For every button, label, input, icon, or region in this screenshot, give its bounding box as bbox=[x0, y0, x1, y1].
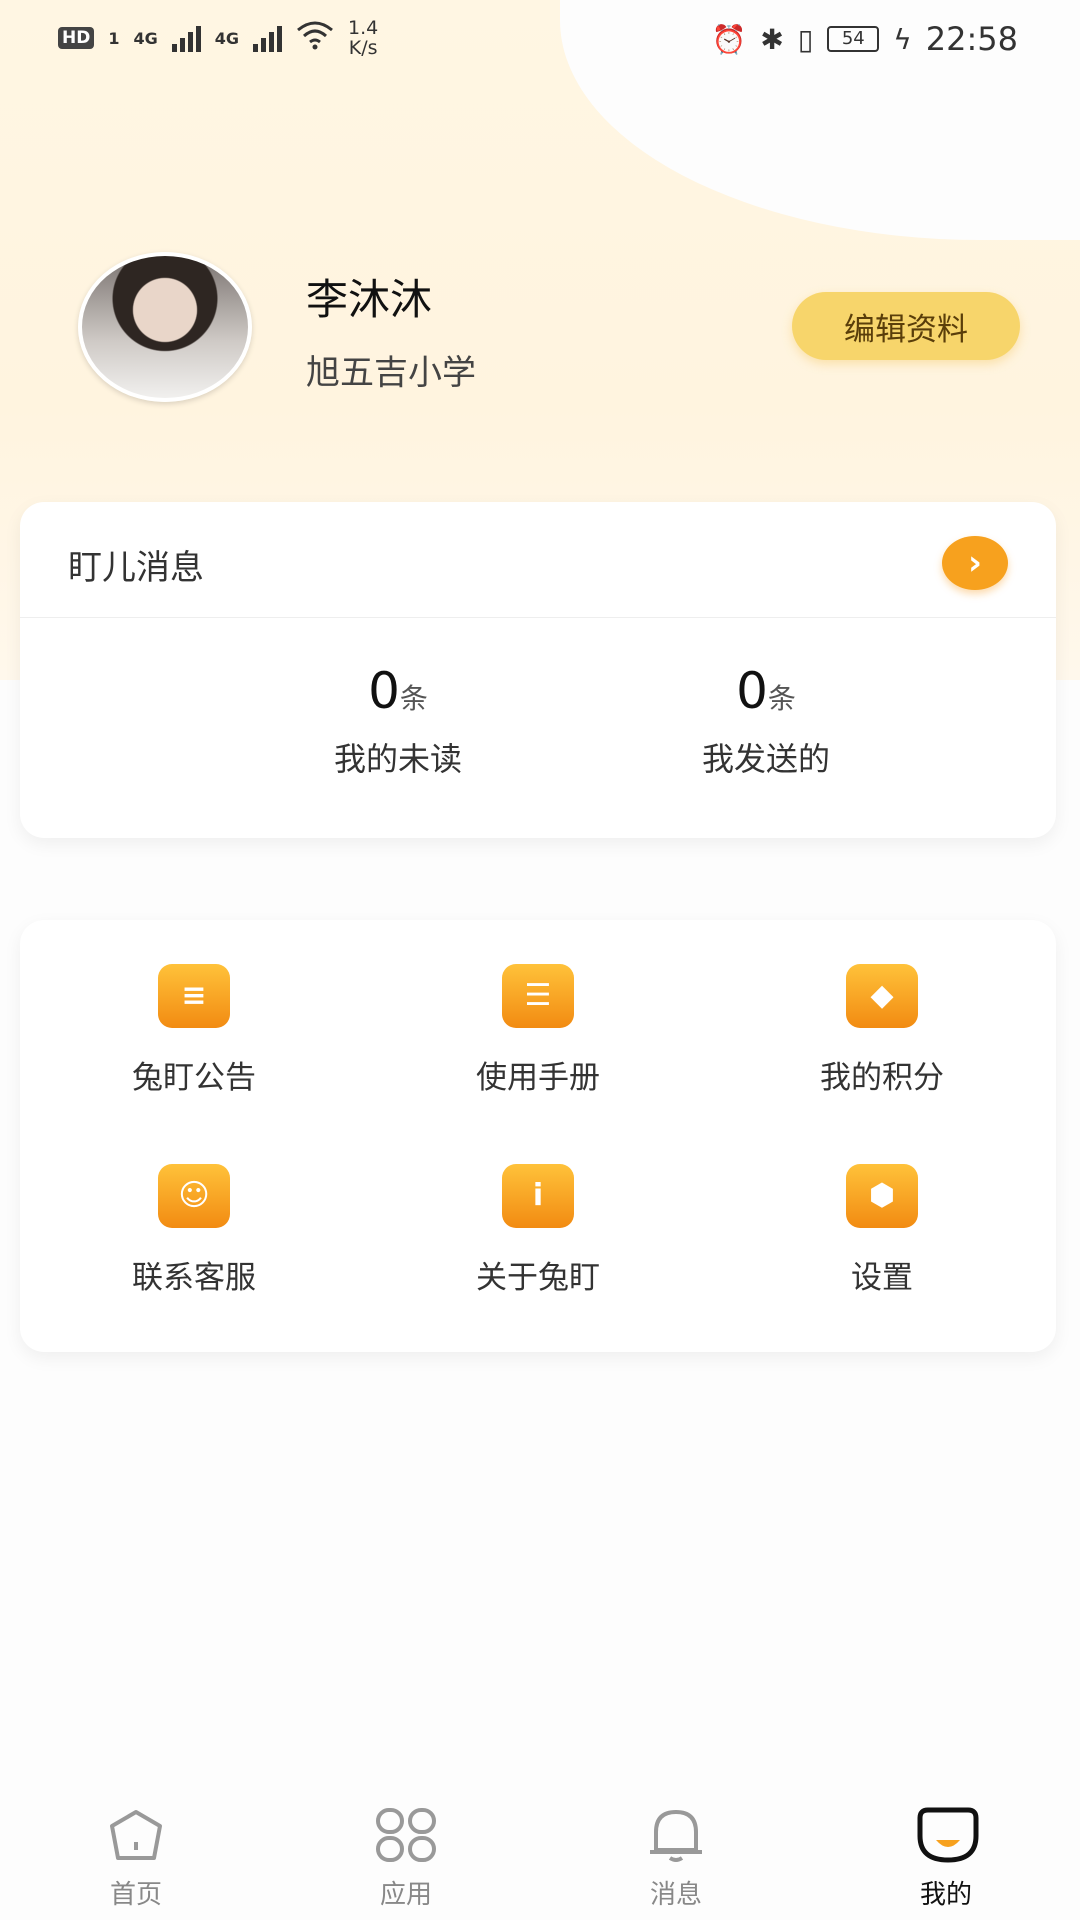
function-label: 关于兔盯 bbox=[476, 1260, 600, 1296]
speed-value: 1.4 bbox=[348, 17, 379, 39]
function-label: 我的积分 bbox=[820, 1060, 944, 1096]
vibrate-icon: ▯ bbox=[797, 22, 814, 56]
settings-icon: ⬢ bbox=[846, 1164, 918, 1228]
function-settings[interactable]: ⬢ 设置 bbox=[752, 1164, 1012, 1297]
apps-icon bbox=[374, 1806, 438, 1870]
function-about[interactable]: i 关于兔盯 bbox=[408, 1164, 668, 1297]
bluetooth-icon: ✱ bbox=[760, 22, 784, 56]
sent-count: 0 bbox=[736, 662, 768, 720]
charging-icon: ϟ bbox=[893, 22, 912, 56]
tab-label: 消息 bbox=[649, 1880, 702, 1910]
bottom-tab-bar: 首页 应用 消息 我的 bbox=[0, 1790, 1080, 1920]
sent-stat[interactable]: 0条 我发送的 bbox=[636, 662, 896, 780]
unread-count: 0 bbox=[368, 662, 400, 720]
tab-label: 我的 bbox=[919, 1880, 972, 1910]
user-name: 李沐沐 bbox=[306, 275, 433, 324]
wifi-icon bbox=[296, 20, 334, 57]
tab-home[interactable]: 首页 bbox=[56, 1806, 216, 1911]
function-customer-service[interactable]: ☺ 联系客服 bbox=[64, 1164, 324, 1297]
messages-card: 盯儿消息 › 0条 我的未读 0条 我发送的 bbox=[20, 502, 1056, 838]
function-manual[interactable]: ☰ 使用手册 bbox=[408, 964, 668, 1097]
network-speed: 1.4 K/s bbox=[348, 18, 378, 58]
sent-label: 我发送的 bbox=[701, 740, 830, 778]
chevron-right-icon[interactable]: › bbox=[942, 536, 1008, 590]
avatar[interactable] bbox=[78, 252, 252, 402]
customer-service-icon: ☺ bbox=[158, 1164, 230, 1228]
manual-icon: ☰ bbox=[502, 964, 574, 1028]
status-bar: HD 1 4G 4G 1.4 K/s ⏰ ✱ ▯ 54 ϟ 22:58 bbox=[0, 0, 1080, 80]
function-label: 联系客服 bbox=[132, 1260, 256, 1296]
tab-messages[interactable]: 消息 bbox=[596, 1806, 756, 1911]
announcement-icon: ≡ bbox=[158, 964, 230, 1028]
function-label: 兔盯公告 bbox=[132, 1060, 256, 1096]
tab-label: 首页 bbox=[109, 1880, 162, 1910]
tab-label: 应用 bbox=[379, 1880, 432, 1910]
function-announcement[interactable]: ≡ 兔盯公告 bbox=[64, 964, 324, 1097]
tab-profile[interactable]: 我的 bbox=[866, 1806, 1026, 1911]
info-icon: i bbox=[502, 1164, 574, 1228]
function-label: 设置 bbox=[851, 1260, 913, 1296]
points-icon: ◆ bbox=[846, 964, 918, 1028]
functions-card: ≡ 兔盯公告 ☰ 使用手册 ◆ 我的积分 ☺ 联系客服 i 关于兔盯 ⬢ 设置 bbox=[20, 920, 1056, 1352]
alarm-icon: ⏰ bbox=[711, 22, 747, 56]
signal-icon-2 bbox=[253, 24, 283, 52]
edit-profile-button[interactable]: 编辑资料 bbox=[792, 292, 1020, 360]
sent-unit: 条 bbox=[767, 682, 796, 715]
tab-apps[interactable]: 应用 bbox=[326, 1806, 486, 1911]
hd-badge: HD bbox=[58, 27, 95, 49]
unread-stat[interactable]: 0条 我的未读 bbox=[268, 662, 528, 780]
unread-unit: 条 bbox=[399, 682, 428, 715]
home-icon bbox=[104, 1806, 168, 1870]
signal-icon bbox=[171, 24, 201, 52]
user-school: 旭五吉小学 bbox=[306, 353, 476, 393]
bell-icon bbox=[644, 1806, 708, 1870]
clock: 22:58 bbox=[925, 20, 1018, 58]
messages-header[interactable]: 盯儿消息 › bbox=[20, 502, 1056, 618]
speed-unit: K/s bbox=[348, 37, 378, 59]
network-type-2: 4G bbox=[214, 28, 240, 48]
function-points[interactable]: ◆ 我的积分 bbox=[752, 964, 1012, 1097]
network-type-1: 4G bbox=[133, 28, 158, 48]
unread-label: 我的未读 bbox=[333, 740, 462, 778]
messages-title: 盯儿消息 bbox=[68, 548, 204, 588]
function-label: 使用手册 bbox=[476, 1060, 600, 1096]
profile-icon bbox=[914, 1806, 979, 1870]
battery-icon: 54 bbox=[827, 26, 880, 52]
sim-indicator: 1 bbox=[108, 28, 120, 48]
